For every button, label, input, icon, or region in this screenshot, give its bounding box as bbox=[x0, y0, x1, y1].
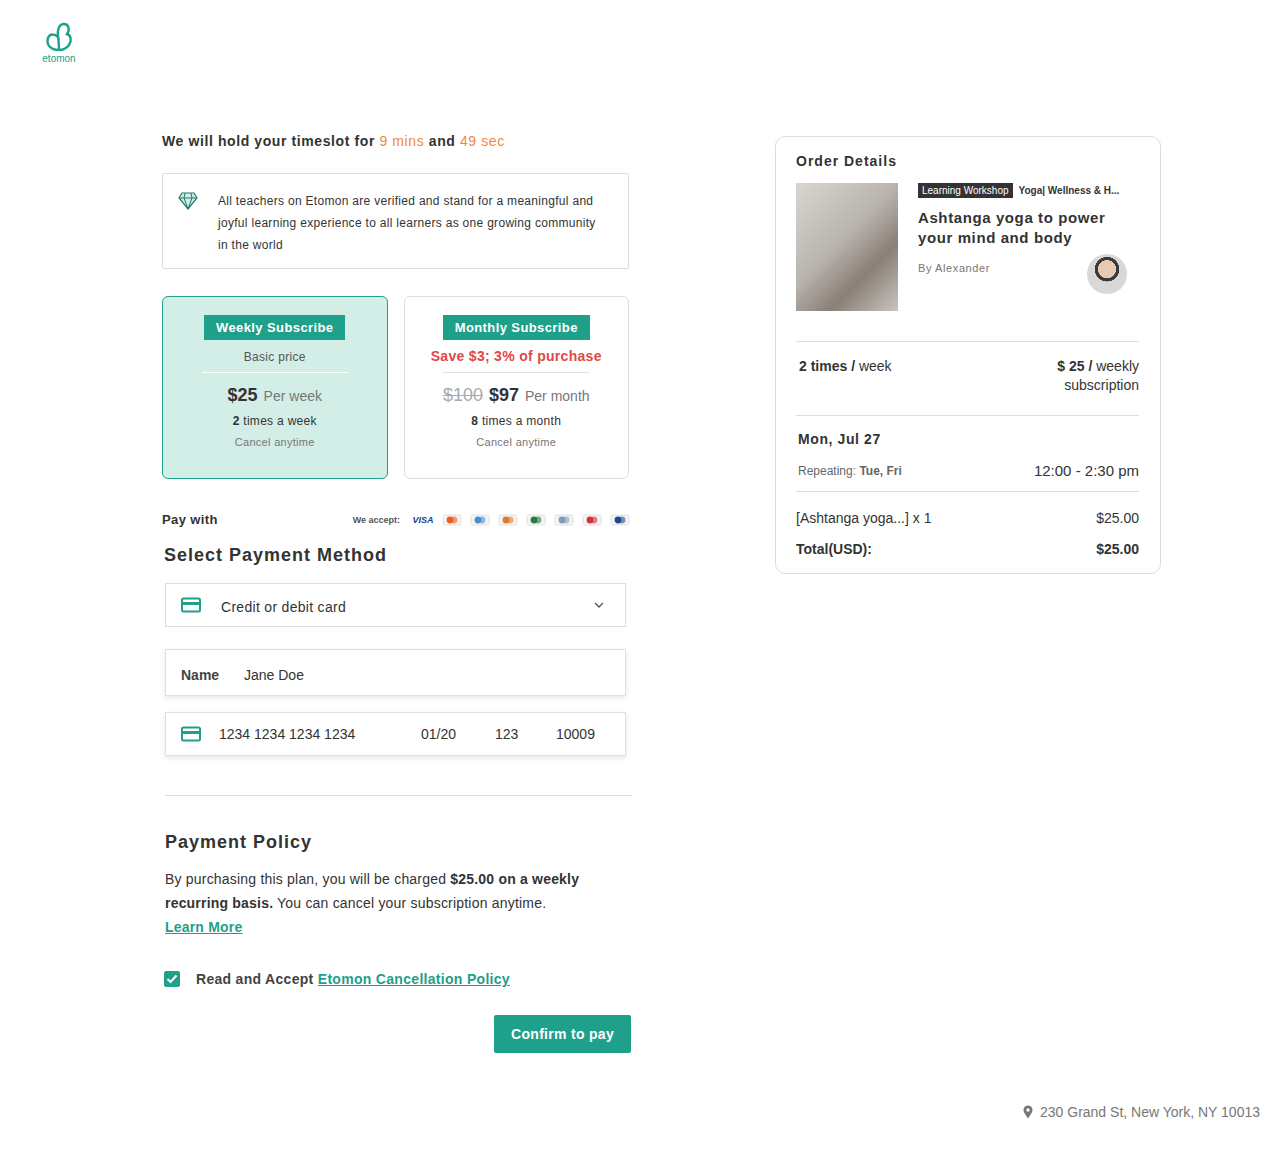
plan-title: Monthly Subscribe bbox=[443, 315, 590, 340]
name-label: Name bbox=[181, 667, 244, 683]
policy-title: Payment Policy bbox=[165, 832, 632, 853]
logo-text: etomon bbox=[42, 53, 75, 64]
line-item-price: $25.00 bbox=[1096, 510, 1139, 526]
plan-title: Weekly Subscribe bbox=[204, 315, 345, 340]
price: $25 bbox=[228, 385, 258, 406]
checkout-page: etomon We will hold your timeslot for 9 … bbox=[0, 0, 1280, 1176]
course-tags: Learning Workshop Yoga| Wellness & H... bbox=[918, 183, 1139, 198]
header: etomon bbox=[0, 0, 1280, 72]
course-badge: Learning Workshop bbox=[918, 183, 1013, 198]
plan-card[interactable]: Monthly Subscribe Save $3; 3% of purchas… bbox=[404, 296, 630, 479]
plan-divider bbox=[443, 372, 589, 373]
timer: We will hold your timeslot for 9 mins an… bbox=[162, 133, 632, 149]
card-brand-icon bbox=[498, 514, 518, 526]
card-brand-icon bbox=[470, 514, 490, 526]
agreement: Read and Accept Etomon Cancellation Poli… bbox=[164, 971, 632, 987]
price: $97 bbox=[489, 385, 519, 406]
card-brand-icon bbox=[526, 514, 546, 526]
plan-card[interactable]: Weekly Subscribe Basic price $25 Per wee… bbox=[162, 296, 388, 479]
total-label: Total(USD): bbox=[796, 541, 872, 557]
notice-text: All teachers on Etomon are verified and … bbox=[218, 190, 604, 256]
date: Mon, Jul 27 bbox=[798, 431, 881, 447]
card-logo: VISA bbox=[412, 515, 434, 525]
total-value: $25.00 bbox=[1096, 541, 1139, 557]
checkout-form: We will hold your timeslot for 9 mins an… bbox=[162, 130, 632, 1053]
card-brand-icon bbox=[610, 514, 630, 526]
agreement-checkbox[interactable] bbox=[164, 971, 180, 987]
chevron-down-icon bbox=[593, 601, 605, 609]
plan-price: $100 $97 Per month bbox=[443, 385, 590, 406]
section-title: Select Payment Method bbox=[164, 545, 632, 566]
address: 230 Grand St, New York, NY 10013 bbox=[1040, 1104, 1260, 1120]
learn-more-link[interactable]: Learn More bbox=[165, 919, 242, 935]
frequency: 2 times / week bbox=[799, 357, 892, 376]
course-photo bbox=[796, 183, 898, 311]
old-price: $100 bbox=[443, 385, 483, 406]
author: By Alexander bbox=[918, 262, 990, 274]
footer: 230 Grand St, New York, NY 10013 bbox=[0, 1104, 1280, 1176]
order-details: Order Details Learning Workshop Yoga| We… bbox=[775, 136, 1161, 574]
plan-frequency: 8 times a month bbox=[471, 414, 561, 428]
repeating: Repeating: Tue, Fri bbox=[798, 464, 902, 478]
accepted-cards: We accept: VISA bbox=[353, 514, 630, 526]
pay-with-label: Pay with bbox=[162, 512, 218, 527]
totals: [Ashtanga yoga...] x 1 $25.00 Total(USD)… bbox=[796, 492, 1139, 557]
credit-card-icon bbox=[181, 597, 201, 613]
subscription-price: $ 25 / weekly subscription bbox=[1039, 357, 1139, 395]
confirm-row: Confirm to pay bbox=[162, 1015, 631, 1053]
card-expiry[interactable]: 01/20 bbox=[421, 726, 495, 742]
diamond-icon bbox=[178, 192, 198, 210]
line-item-name: [Ashtanga yoga...] x 1 bbox=[796, 510, 931, 526]
cancellation-policy-link[interactable]: Etomon Cancellation Policy bbox=[318, 971, 510, 987]
author-row: By Alexander bbox=[918, 262, 1139, 294]
course-info: Learning Workshop Yoga| Wellness & H... … bbox=[918, 183, 1139, 311]
total-row: Total(USD): $25.00 bbox=[796, 541, 1139, 557]
plan-options: Weekly Subscribe Basic price $25 Per wee… bbox=[162, 296, 629, 479]
credit-card-icon bbox=[181, 726, 201, 742]
plan-divider bbox=[202, 372, 348, 373]
price-unit: Per week bbox=[264, 388, 322, 404]
card-number[interactable]: 1234 1234 1234 1234 bbox=[219, 726, 421, 742]
card-field[interactable]: 1234 1234 1234 1234 01/20 123 10009 bbox=[165, 712, 626, 756]
main: We will hold your timeslot for 9 mins an… bbox=[0, 130, 1280, 1053]
card-brand-icon bbox=[554, 514, 574, 526]
check-icon bbox=[166, 974, 178, 984]
payment-method-dropdown[interactable]: Credit or debit card bbox=[165, 583, 626, 627]
pay-with-row: Pay with We accept: VISA bbox=[162, 512, 630, 527]
notice: All teachers on Etomon are verified and … bbox=[162, 173, 629, 269]
course-summary: Learning Workshop Yoga| Wellness & H... … bbox=[796, 183, 1139, 342]
card-brand-icon bbox=[582, 514, 602, 526]
name-value: Jane Doe bbox=[244, 667, 304, 683]
name-field[interactable]: Name Jane Doe bbox=[165, 649, 626, 696]
line-item: [Ashtanga yoga...] x 1 $25.00 bbox=[796, 510, 1139, 526]
plan-price: $25 Per week bbox=[228, 385, 322, 406]
author-avatar[interactable] bbox=[1087, 254, 1127, 294]
repeat-row: Repeating: Tue, Fri 12:00 - 2:30 pm bbox=[798, 462, 1139, 479]
policy-text: By purchasing this plan, you will be cha… bbox=[165, 867, 631, 939]
plan-note: Cancel anytime bbox=[235, 436, 315, 448]
logo[interactable]: etomon bbox=[38, 20, 80, 64]
frequency-row: 2 times / week $ 25 / weekly subscriptio… bbox=[796, 342, 1139, 416]
dropdown-value: Credit or debit card bbox=[221, 599, 593, 615]
card-brand-icon bbox=[442, 514, 462, 526]
course-title: Ashtanga yoga to power your mind and bod… bbox=[918, 208, 1139, 248]
agreement-text: Read and Accept Etomon Cancellation Poli… bbox=[196, 971, 510, 987]
time: 12:00 - 2:30 pm bbox=[1034, 462, 1139, 479]
butterfly-logo-icon bbox=[42, 20, 76, 54]
divider bbox=[165, 795, 632, 796]
plan-note: Cancel anytime bbox=[476, 436, 556, 448]
plan-subtitle: Basic price bbox=[244, 350, 306, 364]
plan-subtitle: Save $3; 3% of purchase bbox=[431, 348, 602, 364]
order-title: Order Details bbox=[796, 153, 1139, 169]
confirm-button[interactable]: Confirm to pay bbox=[494, 1015, 631, 1053]
schedule: Mon, Jul 27 Repeating: Tue, Fri 12:00 - … bbox=[796, 416, 1139, 492]
card-zip[interactable]: 10009 bbox=[556, 726, 595, 742]
card-cvc[interactable]: 123 bbox=[495, 726, 556, 742]
location-pin-icon bbox=[1023, 1105, 1033, 1119]
course-categories: Yoga| Wellness & H... bbox=[1019, 185, 1120, 196]
accept-label: We accept: bbox=[353, 515, 400, 525]
plan-frequency: 2 times a week bbox=[233, 414, 317, 428]
price-unit: Per month bbox=[525, 388, 590, 404]
